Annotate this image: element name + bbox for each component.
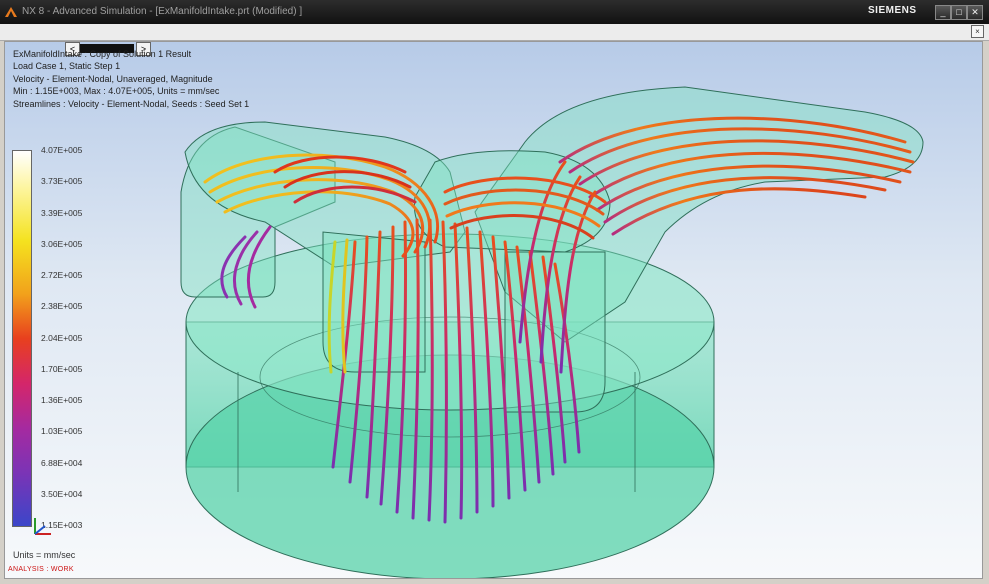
siemens-brand-label: SIEMENS <box>868 5 917 16</box>
color-legend-labels: 4.07E+005 3.73E+005 3.39E+005 3.06E+005 … <box>41 145 82 530</box>
info-line: Velocity - Element-Nodal, Unaveraged, Ma… <box>13 73 213 84</box>
legend-label: 4.07E+005 <box>41 145 83 155</box>
result-info-overlay: ExManifoldIntake : Copy of Solution 1 Re… <box>13 48 249 110</box>
coordinate-triad-icon <box>34 518 51 535</box>
title-bar: NX 8 - Advanced Simulation - [ExManifold… <box>0 0 989 24</box>
units-label: Units = mm/sec <box>13 550 76 560</box>
close-button[interactable]: ✕ <box>967 5 983 20</box>
legend-label: 6.88E+004 <box>41 457 83 468</box>
legend-label: 3.06E+005 <box>41 238 83 249</box>
legend-label: 2.72E+005 <box>41 270 83 280</box>
info-line: Streamlines : Velocity - Element-Nodal, … <box>13 98 250 109</box>
graphics-viewport[interactable]: < > ExManifoldIntake : Copy of Solution … <box>4 41 983 579</box>
legend-label: 1.03E+005 <box>41 426 83 437</box>
legend-label: 3.39E+005 <box>41 207 83 218</box>
legend-label: 3.50E+004 <box>41 488 83 499</box>
legend-label: 2.38E+005 <box>41 301 83 312</box>
maximize-button[interactable]: □ <box>951 5 967 20</box>
document-tab-strip: × <box>0 24 989 41</box>
close-document-button[interactable]: × <box>971 25 984 38</box>
legend-label: 1.36E+005 <box>41 395 83 405</box>
legend-label: 3.73E+005 <box>41 176 83 187</box>
info-line: Load Case 1, Static Step 1 <box>13 61 121 72</box>
info-line: ExManifoldIntake : Copy of Solution 1 Re… <box>13 49 192 59</box>
manifold-model[interactable] <box>5 42 982 578</box>
legend-label: 1.70E+005 <box>41 363 83 374</box>
nx-logo-icon <box>5 7 17 17</box>
legend-label: 2.04E+005 <box>41 332 83 343</box>
application-mode-label: ANALYSIS : WORK <box>8 566 74 573</box>
application-window: NX 8 - Advanced Simulation - [ExManifold… <box>0 0 989 584</box>
minimize-button[interactable]: _ <box>935 5 951 20</box>
color-legend-bar <box>12 150 32 527</box>
info-line: Min : 1.15E+003, Max : 4.07E+005, Units … <box>13 86 220 97</box>
window-title: NX 8 - Advanced Simulation - [ExManifold… <box>22 6 303 17</box>
